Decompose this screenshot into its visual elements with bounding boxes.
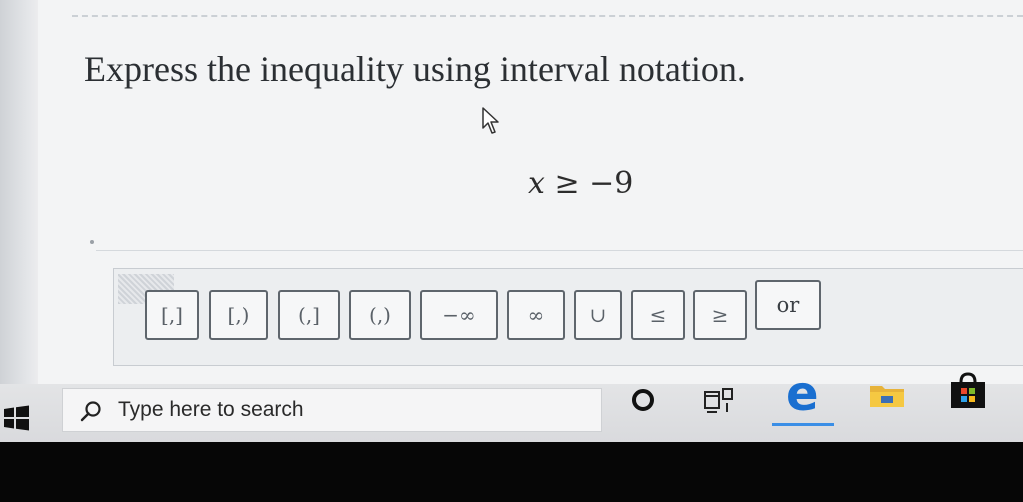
bullet-dot: [90, 240, 94, 244]
open-interval-button[interactable]: (,): [349, 290, 411, 340]
greater-than-or-equal-button[interactable]: ≥: [693, 290, 747, 340]
question-prompt: Express the inequality using interval no…: [84, 49, 746, 89]
closed-open-interval-button[interactable]: [,): [209, 290, 268, 340]
edge-browser-icon[interactable]: e: [786, 370, 819, 418]
less-than-or-equal-button[interactable]: ≤: [631, 290, 685, 340]
inequality-operator: ≥: [554, 166, 580, 201]
monitor-bezel: [0, 0, 38, 390]
task-view-icon[interactable]: [702, 386, 736, 416]
windows-start-icon[interactable]: [2, 404, 30, 432]
closed-interval-button[interactable]: [,]: [145, 290, 199, 340]
negative-infinity-button[interactable]: −∞: [420, 290, 498, 340]
inequality-variable: x: [528, 166, 545, 201]
active-app-indicator: [772, 423, 834, 426]
or-button[interactable]: or: [755, 280, 821, 330]
mouse-pointer-icon: [482, 107, 499, 134]
store-icon[interactable]: [948, 372, 988, 410]
answer-divider: [96, 250, 1023, 251]
screen: Express the inequality using interval no…: [0, 0, 1023, 442]
infinity-button[interactable]: ∞: [507, 290, 565, 340]
monitor-bottom-bezel: [0, 442, 1023, 502]
section-divider: [72, 15, 1023, 17]
union-button[interactable]: ∪: [574, 290, 622, 340]
inequality-expression: x ≥ −9: [528, 166, 633, 201]
search-icon: [80, 401, 101, 422]
search-placeholder: Type here to search: [118, 398, 304, 421]
cortana-icon[interactable]: [632, 389, 654, 411]
open-closed-interval-button[interactable]: (,]: [278, 290, 340, 340]
file-explorer-icon[interactable]: [868, 380, 906, 410]
inequality-value: −9: [589, 166, 634, 201]
